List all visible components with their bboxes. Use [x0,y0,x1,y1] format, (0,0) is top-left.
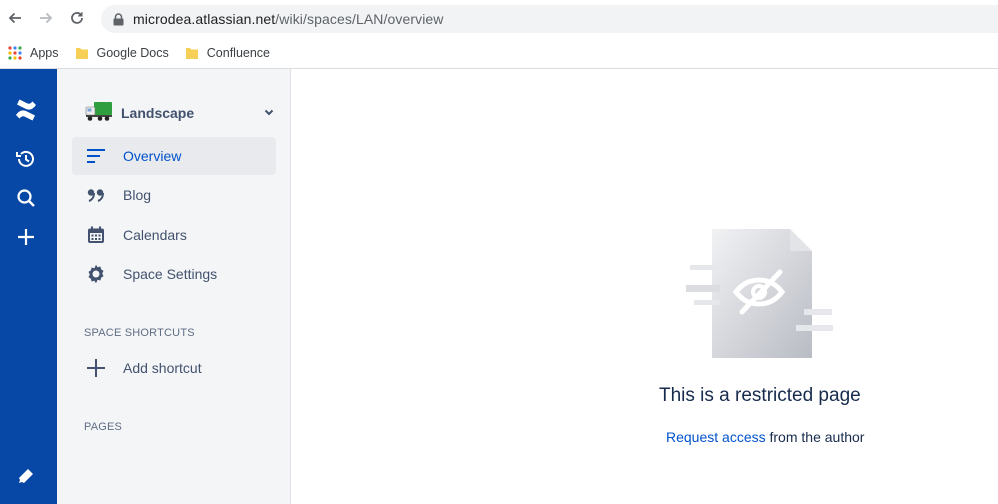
sidebar-item-calendars[interactable]: Calendars [72,216,276,254]
bookmark-label: Apps [30,46,59,60]
main-content [291,69,998,504]
sidebar-item-label: Blog [123,187,152,203]
space-header[interactable]: Landscape [85,100,275,126]
global-navigation [0,69,57,504]
folder-icon [185,46,199,60]
sidebar-item-label: Space Settings [123,266,218,282]
request-access-link[interactable]: Request access [666,429,766,445]
hidden-eye-document-icon [686,229,833,358]
sidebar-item-label: Calendars [123,227,187,243]
sidebar-item-space-settings[interactable]: Space Settings [72,255,276,293]
sidebar-item-label: Overview [123,148,182,164]
folder-icon [75,46,89,60]
apps-grid-icon [8,46,22,60]
bookmark-label: Confluence [206,46,271,60]
browser-toolbar: microdea.atlassian.net/wiki/spaces/LAN/o… [0,0,998,38]
bookmark-confluence[interactable]: Confluence [185,46,270,60]
forward-button[interactable] [35,7,57,29]
bookmarks-bar: Apps Google Docs Confluence [0,38,998,69]
bookmark-google-docs[interactable]: Google Docs [75,46,169,60]
notifications-button[interactable] [13,463,39,489]
add-shortcut-button[interactable]: Add shortcut [72,349,276,387]
confluence-logo-icon [16,99,36,121]
sidebar-item-blog[interactable]: Blog [72,176,276,214]
history-icon [16,150,34,167]
forward-arrow-icon [40,12,53,24]
back-button[interactable] [4,7,26,29]
megaphone-icon [19,469,33,483]
calendar-icon [85,224,107,246]
bookmark-label: Google Docs [96,46,169,60]
pages-heading: PAGES [84,421,123,433]
overview-icon [85,145,107,167]
recent-button[interactable] [13,146,39,172]
url-host: microdea.atlassian.net [133,11,276,27]
space-name: Landscape [121,105,195,121]
space-sidebar: Landscape Overview Blog Calendars Space … [57,69,291,504]
plus-icon [18,229,34,245]
space-shortcuts-heading: SPACE SHORTCUTS [84,327,195,339]
message-suffix: from the author [765,429,865,445]
add-shortcut-label: Add shortcut [123,360,202,376]
restricted-page-illustration [686,227,836,367]
url-path: /wiki/spaces/LAN/overview [275,11,444,27]
reload-icon [71,12,83,24]
back-arrow-icon [8,12,21,24]
page-title: This is a restricted page [659,385,861,406]
quote-icon [85,184,107,206]
create-button[interactable] [13,224,39,250]
address-bar[interactable]: microdea.atlassian.net/wiki/spaces/LAN/o… [101,5,998,33]
reload-button[interactable] [66,7,88,29]
search-button[interactable] [13,185,39,211]
lock-icon [111,12,125,26]
sidebar-item-overview[interactable]: Overview [72,137,276,175]
gear-icon [85,263,107,285]
plus-icon [85,357,107,379]
confluence-logo-button[interactable] [13,97,39,123]
restricted-message-line: Request access from the author [666,429,864,445]
chevron-down-icon[interactable] [263,105,275,123]
space-avatar-icon [85,100,113,127]
url-text: microdea.atlassian.net/wiki/spaces/LAN/o… [133,11,444,27]
bookmark-apps[interactable]: Apps [8,46,59,60]
search-icon [17,189,35,207]
